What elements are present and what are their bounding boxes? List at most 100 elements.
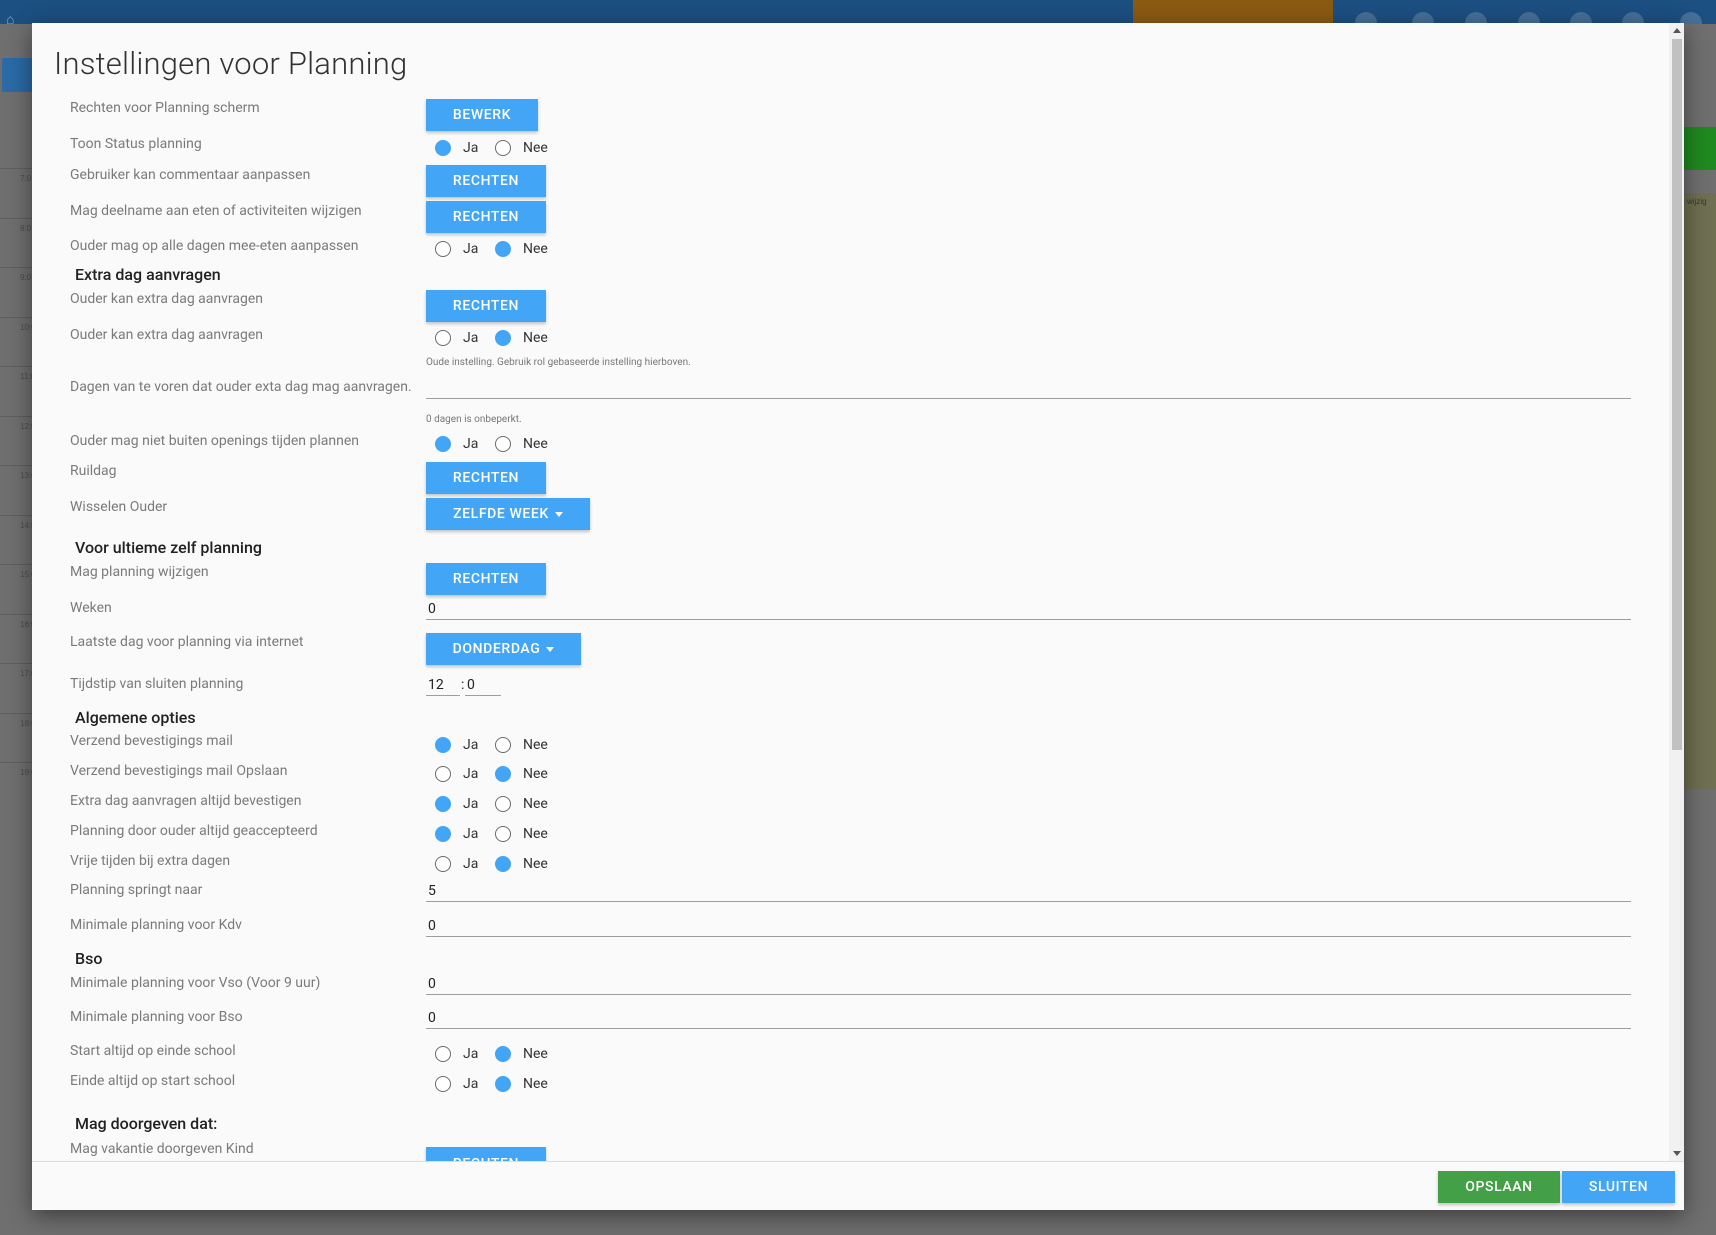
label-deelname: Mag deelname aan eten of activiteiten wi… [70, 203, 362, 219]
radio-nee-label: Nee [523, 737, 548, 753]
zelfde-week-dropdown[interactable]: ZELFDE WEEK [426, 498, 590, 530]
radio-ja-label: Ja [463, 796, 479, 812]
radio-ja[interactable] [435, 140, 451, 156]
topbar-highlight [1133, 0, 1333, 24]
radio-mee-eten: Ja Nee [435, 240, 548, 258]
scroll-down-icon[interactable] [1673, 1151, 1681, 1156]
radio-ja[interactable] [435, 330, 451, 346]
radio-nee[interactable] [495, 796, 511, 812]
label-min-kdv: Minimale planning voor Kdv [70, 917, 242, 933]
radio-nee[interactable] [495, 737, 511, 753]
radio-ja-label: Ja [463, 241, 479, 257]
radio-ja-label: Ja [463, 330, 479, 346]
radio-nee[interactable] [495, 856, 511, 872]
rechten-ruildag-button[interactable]: RECHTEN [426, 462, 546, 494]
bewerk-button[interactable]: BEWERK [426, 99, 538, 131]
radio-ja[interactable] [435, 1076, 451, 1092]
grid-line [0, 564, 32, 565]
rechten-extra-dag-button[interactable]: RECHTEN [426, 290, 546, 322]
scrollbar-thumb[interactable] [1672, 39, 1682, 750]
radio-vrije-tijden: Ja Nee [435, 855, 548, 873]
radio-ja-label: Ja [463, 140, 479, 156]
radio-nee-label: Nee [523, 436, 548, 452]
heading-doorgeven: Mag doorgeven dat: [75, 1114, 218, 1133]
label-extra-dag-rechten: Ouder kan extra dag aanvragen [70, 291, 263, 307]
label-wisselen-ouder: Wisselen Ouder [70, 499, 168, 515]
heading-extra-dag: Extra dag aanvragen [75, 265, 221, 284]
tijdstip-hours-input[interactable]: 12 [426, 676, 460, 696]
radio-nee[interactable] [495, 140, 511, 156]
radio-ja[interactable] [435, 796, 451, 812]
rechten-deelname-button[interactable]: RECHTEN [426, 201, 546, 233]
grid-line [0, 514, 32, 516]
time-label: 9:0 [20, 273, 32, 282]
time-label: 7:0 [20, 174, 32, 183]
radio-ja[interactable] [435, 737, 451, 753]
radio-extra-dag-oud: Ja Nee [435, 329, 548, 347]
radio-nee[interactable] [495, 1046, 511, 1062]
label-min-bso: Minimale planning voor Bso [70, 1009, 243, 1025]
label-mag-planning-wijzigen: Mag planning wijzigen [70, 564, 209, 580]
donderdag-label: DONDERDAG [452, 641, 541, 657]
heading-algemene: Algemene opties [75, 708, 196, 727]
radio-toon-status: Ja Nee [435, 139, 548, 157]
label-commentaar: Gebruiker kan commentaar aanpassen [70, 167, 311, 183]
donderdag-dropdown[interactable]: DONDERDAG [426, 633, 581, 665]
caret-down-icon [546, 646, 555, 652]
background-green-block [1683, 127, 1716, 170]
modal-scrollbar[interactable] [1669, 23, 1684, 1161]
label-ruildag: Ruildag [70, 463, 117, 479]
label-weken: Weken [70, 600, 112, 616]
radio-nee[interactable] [495, 826, 511, 842]
radio-ja[interactable] [435, 856, 451, 872]
radio-ja[interactable] [435, 766, 451, 782]
grid-line [0, 663, 32, 664]
radio-ja-label: Ja [463, 1046, 479, 1062]
grid-line [0, 762, 32, 763]
label-openingstijden: Ouder mag niet buiten openings tijden pl… [70, 433, 359, 449]
weken-input[interactable]: 0 [426, 600, 1631, 620]
radio-nee[interactable] [495, 1076, 511, 1092]
label-start-einde-school: Start altijd op einde school [70, 1043, 236, 1059]
label-dagen-vooraf: Dagen van te voren dat ouder exta dag ma… [70, 379, 412, 395]
opslaan-button[interactable]: OPSLAAN [1438, 1171, 1560, 1203]
radio-nee[interactable] [495, 436, 511, 452]
zelfde-week-label: ZELFDE WEEK [453, 506, 549, 522]
home-icon[interactable]: ⌂ [6, 13, 22, 27]
min-vso-input[interactable]: 0 [426, 975, 1631, 995]
modal-title: Instellingen voor Planning [54, 45, 408, 82]
radio-ja[interactable] [435, 826, 451, 842]
rechten-vakantie-kind-button[interactable]: RECHTEN [426, 1147, 546, 1161]
radio-ja[interactable] [435, 241, 451, 257]
dagen-vooraf-input[interactable] [426, 379, 1631, 399]
rechten-commentaar-button[interactable]: RECHTEN [426, 165, 546, 197]
label-einde-start-school: Einde altijd op start school [70, 1073, 236, 1089]
radio-nee[interactable] [495, 241, 511, 257]
caret-down-icon [554, 511, 563, 517]
heading-ultieme: Voor ultieme zelf planning [75, 538, 262, 557]
grid-line [0, 366, 32, 367]
min-bso-input[interactable]: 0 [426, 1009, 1631, 1029]
radio-nee-label: Nee [523, 796, 548, 812]
springt-naar-input[interactable]: 5 [426, 882, 1631, 902]
label-verzend-mail: Verzend bevestigings mail [70, 733, 233, 749]
radio-verzend-mail-opslaan: Ja Nee [435, 765, 548, 783]
radio-nee[interactable] [495, 330, 511, 346]
app-topbar: ⌂ [0, 0, 1716, 27]
radio-ja[interactable] [435, 1046, 451, 1062]
rechten-planning-wijzigen-button[interactable]: RECHTEN [426, 563, 546, 595]
tijdstip-minutes-input[interactable]: 0 [465, 676, 501, 696]
radio-nee[interactable] [495, 766, 511, 782]
radio-start-einde-school: Ja Nee [435, 1045, 548, 1063]
radio-ja-label: Ja [463, 856, 479, 872]
label-planning-geaccepteerd: Planning door ouder altijd geaccepteerd [70, 823, 318, 839]
grid-line [0, 613, 32, 615]
min-kdv-input[interactable]: 0 [426, 917, 1631, 937]
sluiten-button[interactable]: SLUITEN [1562, 1171, 1675, 1203]
radio-nee-label: Nee [523, 140, 548, 156]
radio-einde-start-school: Ja Nee [435, 1075, 548, 1093]
grid-line [0, 712, 32, 714]
radio-ja[interactable] [435, 436, 451, 452]
scroll-up-icon[interactable] [1673, 28, 1681, 33]
label-springt-naar: Planning springt naar [70, 882, 203, 898]
